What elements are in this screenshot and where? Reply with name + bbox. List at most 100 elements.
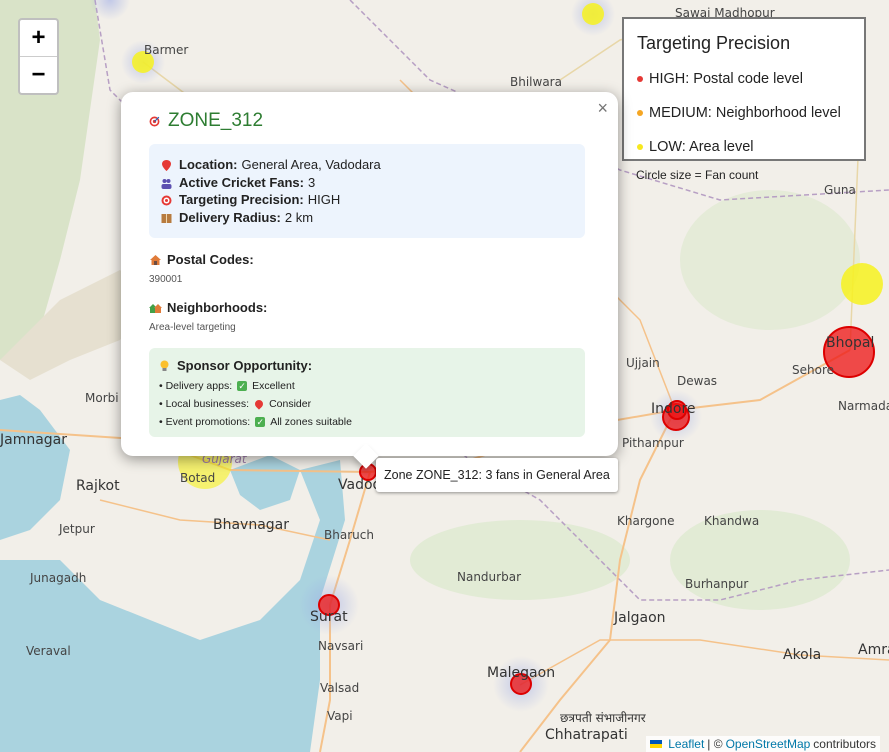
place-label: Jalgaon <box>614 610 666 626</box>
zone-popup: × ZONE_312 Location: General Area, Vadod… <box>121 92 618 469</box>
attribution-separator: | © <box>707 737 723 751</box>
place-label: Dewas <box>677 374 718 388</box>
pin-icon <box>253 398 265 410</box>
osm-link[interactable]: OpenStreetMap <box>726 737 811 751</box>
postal-section: Postal Codes: 390001 <box>149 252 254 285</box>
place-label: Chhatrapati <box>545 727 628 743</box>
dot-icon <box>637 110 643 116</box>
legend-item: MEDIUM: Neighborhood level <box>637 96 864 130</box>
check-icon: ✓ <box>237 381 248 391</box>
sponsor-row-value: All zones suitable <box>270 416 352 428</box>
check-icon: ✓ <box>255 417 266 427</box>
attribution: Leaflet | © OpenStreetMap contributors <box>646 736 880 752</box>
info-value: General Area, Vadodara <box>241 157 381 173</box>
house-icon <box>149 254 161 265</box>
popup-title-text: ZONE_312 <box>168 110 264 131</box>
place-label: Narmadapuram <box>838 399 889 413</box>
place-label: Amravati <box>858 642 889 658</box>
info-key: Active Cricket Fans: <box>179 174 304 190</box>
zone-circle[interactable] <box>582 3 604 25</box>
legend-note: Circle size = Fan count <box>636 168 759 182</box>
info-key: Targeting Precision: <box>179 192 304 208</box>
sponsor-row: • Local businesses: Consider <box>159 395 585 413</box>
info-row-radius: Delivery Radius: 2 km <box>161 209 585 227</box>
place-label: Veraval <box>26 644 71 658</box>
info-key: Delivery Radius: <box>179 209 281 225</box>
place-label: Junagadh <box>30 571 87 585</box>
place-label: Bhilwara <box>510 75 562 89</box>
neighborhoods-value: Area-level targeting <box>149 322 236 333</box>
dot-icon <box>637 76 643 82</box>
sponsor-row-label: • Delivery apps: <box>159 380 233 392</box>
place-label: Khandwa <box>704 514 760 528</box>
place-label: Botad <box>180 471 216 485</box>
place-label: Indore <box>651 401 696 417</box>
place-label: Pithampur <box>622 436 684 450</box>
place-label: Vapi <box>327 709 353 723</box>
sponsor-row-label: • Event promotions: <box>159 416 251 428</box>
leaflet-link[interactable]: Leaflet <box>668 737 704 751</box>
bulb-icon <box>159 360 170 371</box>
info-row-fans: Active Cricket Fans: 3 <box>161 174 585 192</box>
sponsor-title: Sponsor Opportunity: <box>177 358 313 373</box>
legend-item: LOW: Area level <box>637 130 864 164</box>
popup-title: ZONE_312 <box>149 110 263 132</box>
place-label: Malegaon <box>487 665 556 681</box>
legend-item: HIGH: Postal code level <box>637 62 864 96</box>
place-label: Bharuch <box>324 528 374 542</box>
target-icon <box>161 194 172 206</box>
sponsor-box: Sponsor Opportunity: • Delivery apps: ✓ … <box>149 348 585 437</box>
info-value: 2 km <box>284 209 314 225</box>
place-label: Rajkot <box>76 478 120 494</box>
target-icon <box>149 116 160 126</box>
place-label: Valsad <box>320 681 360 695</box>
place-label: Khargone <box>617 514 675 528</box>
place-label: Jamnagar <box>0 432 68 448</box>
place-label: Guna <box>824 183 856 197</box>
info-value: HIGH <box>307 192 341 208</box>
place-label: Jetpur <box>59 522 95 536</box>
zoom-control: + − <box>18 18 59 95</box>
package-icon <box>161 212 172 223</box>
info-key: Location: <box>179 157 238 173</box>
sponsor-row-label: • Local businesses: <box>159 398 250 410</box>
sponsor-row: • Delivery apps: ✓ Excellent <box>159 377 585 395</box>
pin-icon <box>161 159 172 172</box>
place-label: Akola <box>783 647 822 663</box>
zoom-in-button[interactable]: + <box>20 20 57 56</box>
zone-circle[interactable] <box>841 263 883 305</box>
place-label: Burhanpur <box>685 577 749 591</box>
info-row-location: Location: General Area, Vadodara <box>161 156 585 174</box>
place-label: Nandurbar <box>457 570 521 584</box>
place-label: Bhavnagar <box>213 517 290 533</box>
neighborhoods-title: Neighborhoods: <box>167 300 268 315</box>
info-row-precision: Targeting Precision: HIGH <box>161 191 585 209</box>
legend-item-label: LOW: Area level <box>649 139 754 155</box>
place-label: Bhopal <box>826 335 875 351</box>
zoom-out-button[interactable]: − <box>20 56 57 93</box>
legend-item-label: MEDIUM: Neighborhood level <box>649 105 841 121</box>
sponsor-row-value: Excellent <box>252 380 295 392</box>
legend-title: Targeting Precision <box>637 33 791 53</box>
info-value: 3 <box>308 174 316 190</box>
neighborhoods-section: Neighborhoods: Area-level targeting <box>149 300 267 333</box>
zone-tooltip: Zone ZONE_312: 3 fans in General Area <box>376 458 618 492</box>
postal-title: Postal Codes: <box>167 252 254 267</box>
place-label: Barmer <box>144 43 189 57</box>
users-icon <box>161 177 172 189</box>
close-button[interactable]: × <box>597 98 608 119</box>
place-label: Morbi <box>85 391 119 405</box>
place-label: Ujjain <box>626 356 660 370</box>
place-label: Surat <box>310 609 348 625</box>
sponsor-row-value: Consider <box>269 398 312 410</box>
info-box: Location: General Area, Vadodara Active … <box>149 144 585 238</box>
sponsor-row: • Event promotions: ✓ All zones suitable <box>159 413 585 431</box>
legend: Targeting Precision HIGH: Postal code le… <box>622 17 866 161</box>
ukraine-flag-icon <box>650 740 663 748</box>
postal-value: 390001 <box>149 274 183 285</box>
houses-icon <box>149 302 162 313</box>
legend-item-label: HIGH: Postal code level <box>649 71 803 87</box>
place-label: छत्रपती संभाजीनगर <box>560 711 646 725</box>
attribution-suffix: contributors <box>813 737 876 751</box>
place-label: Sehore <box>792 363 834 377</box>
